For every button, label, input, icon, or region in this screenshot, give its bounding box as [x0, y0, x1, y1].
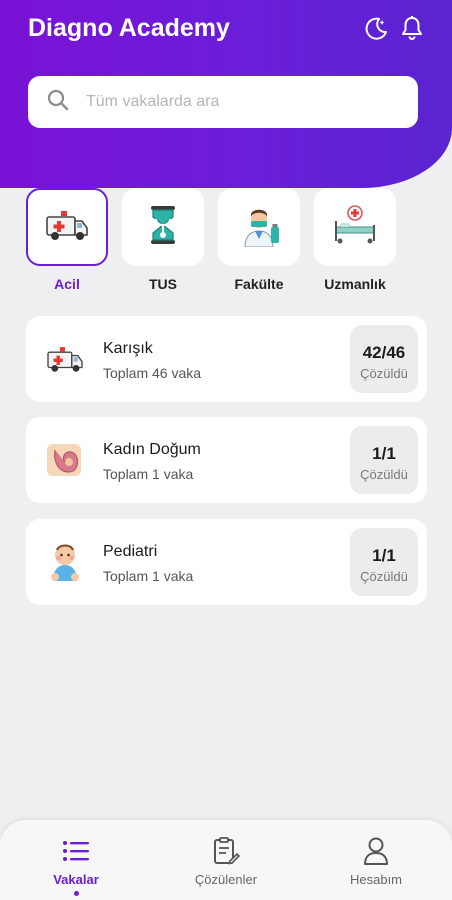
active-indicator — [73, 891, 79, 896]
solved-count: 1/1 — [372, 546, 396, 565]
search-bar[interactable] — [28, 76, 418, 128]
solved-count-badge: 1/1 Çözüldü — [350, 426, 418, 494]
ambulance-icon — [42, 336, 88, 382]
bell-icon[interactable] — [398, 14, 426, 42]
nav-hesabim[interactable]: Hesabım — [316, 820, 436, 900]
case-title: Kadın Doğum — [103, 441, 201, 458]
doctor-icon — [237, 203, 281, 252]
solved-count: 42/46 — [362, 343, 406, 362]
solved-label: Çözüldü — [360, 569, 408, 584]
solved-count-badge: 42/46 Çözüldü — [350, 325, 418, 393]
category-box[interactable] — [218, 188, 300, 266]
clipboard-edit-icon — [211, 836, 241, 866]
case-title: Pediatri — [103, 543, 158, 560]
hospital-bed-icon — [332, 203, 378, 252]
search-icon — [46, 88, 70, 117]
category-uzmanlik[interactable]: Uzmanlık — [314, 188, 396, 292]
app-title: Diagno Academy — [28, 14, 230, 42]
baby-icon — [42, 539, 88, 585]
category-row: Acil TUS Fakülte Uzmanlık — [26, 188, 426, 298]
case-subtitle: Toplam 1 vaka — [103, 568, 194, 584]
category-label: Acil — [54, 276, 80, 292]
case-title: Karışık — [103, 340, 153, 357]
user-icon — [361, 836, 391, 866]
category-fakulte[interactable]: Fakülte — [218, 188, 300, 292]
case-subtitle: Toplam 1 vaka — [103, 466, 194, 482]
ambulance-icon — [44, 205, 90, 250]
nav-cozulenler[interactable]: Çözülenler — [166, 820, 286, 900]
category-box[interactable] — [26, 188, 108, 266]
category-label: TUS — [149, 276, 177, 292]
nav-label: Çözülenler — [194, 872, 258, 887]
list-icon — [61, 836, 91, 866]
category-box[interactable] — [122, 188, 204, 266]
nav-vakalar[interactable]: Vakalar — [16, 820, 136, 900]
solved-label: Çözüldü — [360, 366, 408, 381]
header: Diagno Academy — [0, 0, 452, 188]
category-box[interactable] — [314, 188, 396, 266]
category-label: Uzmanlık — [324, 276, 386, 292]
case-card-pediatri[interactable]: Pediatri Toplam 1 vaka 1/1 Çözüldü — [26, 519, 427, 605]
category-tus[interactable]: TUS — [122, 188, 204, 292]
search-input[interactable] — [86, 93, 386, 111]
bottom-nav: Vakalar Çözülenler Hesabım — [0, 820, 452, 900]
case-card-karisik[interactable]: Karışık Toplam 46 vaka 42/46 Çözüldü — [26, 316, 427, 402]
moon-icon[interactable] — [362, 14, 390, 42]
solved-count-badge: 1/1 Çözüldü — [350, 528, 418, 596]
case-subtitle: Toplam 46 vaka — [103, 365, 202, 381]
case-card-kadin-dogum[interactable]: Kadın Doğum Toplam 1 vaka 1/1 Çözüldü — [26, 417, 427, 503]
category-label: Fakülte — [234, 276, 284, 292]
category-acil[interactable]: Acil — [26, 188, 108, 292]
solved-label: Çözüldü — [360, 467, 408, 482]
uterus-icon — [42, 437, 88, 483]
nav-label: Vakalar — [53, 872, 99, 887]
solved-count: 1/1 — [372, 444, 396, 463]
nav-label: Hesabım — [349, 872, 403, 887]
hourglass-stethoscope-icon — [141, 203, 185, 252]
